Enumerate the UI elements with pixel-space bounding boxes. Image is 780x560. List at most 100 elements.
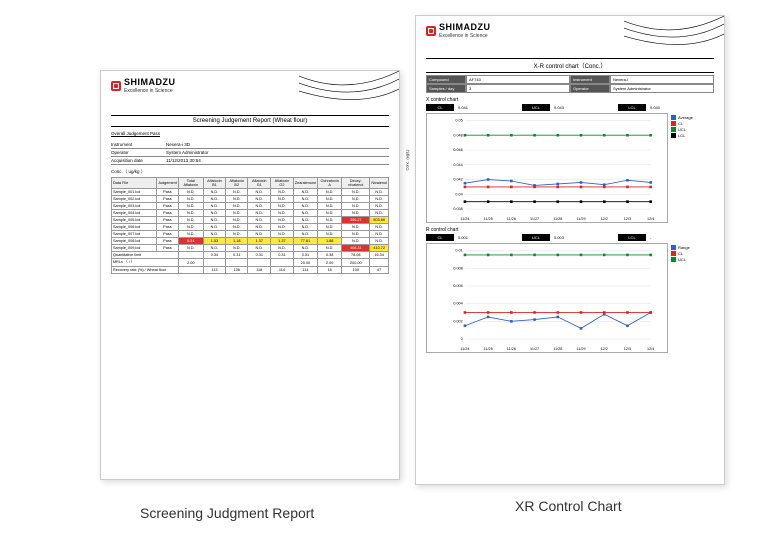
legend-swatch-icon <box>671 251 676 256</box>
cell: N.D. <box>318 224 342 231</box>
cell <box>226 259 248 267</box>
cell <box>178 267 203 274</box>
svg-text:11/24: 11/24 <box>460 347 469 351</box>
cell: 1.37 <box>271 238 294 245</box>
overall-value: Pass <box>150 131 160 136</box>
x-lcl-label: LCL <box>618 104 646 111</box>
footer-label: Quantitative limit <box>112 252 179 259</box>
cell: N.D. <box>318 210 342 217</box>
cell: 2.00 <box>178 259 203 267</box>
svg-text:0.044: 0.044 <box>453 163 462 167</box>
cell: N.D. <box>248 217 271 224</box>
cell: N.D. <box>226 196 248 203</box>
col-header: Total Aflatoxin <box>178 178 203 189</box>
r-chart-box: 00.0020.0040.0060.0080.0111/2411/2511/26… <box>426 243 714 353</box>
cell: N.D. <box>178 245 203 252</box>
table-footer-row: Quantitative limit0.340.310.310.310.310.… <box>112 252 389 259</box>
legend-label: UCL <box>678 257 686 262</box>
col-header: Aflatoxin G2 <box>271 178 294 189</box>
footer-label: MRLs （ / ） <box>112 259 179 267</box>
x-cl-label: CL <box>426 104 454 111</box>
r-ucl-value: 0.003 <box>550 234 618 241</box>
cell: 410.72 <box>370 245 389 252</box>
svg-text:0.04: 0.04 <box>455 192 462 196</box>
samples-value: 3 <box>466 84 570 93</box>
table-footer-row: Recovery rate (%) / Wheat flour113106118… <box>112 267 389 274</box>
row-judgement: Pass <box>157 203 179 210</box>
xr-title: X-R control chart（Conc.） <box>426 58 714 73</box>
cell: N.D. <box>178 210 203 217</box>
col-header: Deoxy-nivalenol <box>342 178 370 189</box>
operator-label: Operator <box>111 150 166 155</box>
svg-text:11/25: 11/25 <box>484 347 493 351</box>
cell: N.D. <box>293 210 317 217</box>
operator-value: System Administrator <box>166 150 209 155</box>
cell <box>370 259 389 267</box>
col-header: Judgement <box>157 178 179 189</box>
cell: 200.00 <box>342 259 370 267</box>
r-lcl-value: - <box>646 234 714 241</box>
x-section-label: X control chart <box>426 97 724 103</box>
cell: 306.27 <box>342 217 370 224</box>
cell: N.D. <box>318 189 342 196</box>
cell <box>248 259 271 267</box>
legend-swatch-icon <box>671 133 676 138</box>
col-header: Ochratoxin A <box>318 178 342 189</box>
r-cl-label: CL <box>426 234 454 241</box>
cell: N.D. <box>226 231 248 238</box>
instrument-value: Nexera-i 3D <box>166 142 190 147</box>
cell: N.D. <box>342 224 370 231</box>
row-name: Sample_008.lcd <box>112 238 157 245</box>
legend-label: Average <box>678 115 693 120</box>
report-title: Screening Judgement Report (Wheat flour) <box>111 115 389 127</box>
svg-text:11/28: 11/28 <box>553 217 562 221</box>
cell: N.D. <box>203 196 225 203</box>
row-judgement: Pass <box>157 238 179 245</box>
x-chart-box: Conc. (ug/L) 0.0380.040.0420.0440.0460.0… <box>426 113 714 223</box>
row-name: Sample_005.lcd <box>112 217 157 224</box>
svg-text:11/29: 11/29 <box>576 347 585 351</box>
chart-header: SHIMADZU Excellence in Science <box>416 16 724 56</box>
row-judgement: Pass <box>157 224 179 231</box>
cell: N.D. <box>178 189 203 196</box>
col-header: Aflatoxin B1 <box>203 178 225 189</box>
table-row: Sample_002.lcdPassN.D.N.D.N.D.N.D.N.D.N.… <box>112 196 389 203</box>
cell: N.D. <box>370 189 389 196</box>
row-judgement: Pass <box>157 217 179 224</box>
cell: N.D. <box>342 189 370 196</box>
cell: N.D. <box>248 203 271 210</box>
table-row: Sample_005.lcdPassN.D.N.D.N.D.N.D.N.D.N.… <box>112 217 389 224</box>
cell: N.D. <box>203 217 225 224</box>
cell: N.D. <box>271 189 294 196</box>
cell: N.D. <box>342 231 370 238</box>
caption-left: Screening Judgment Report <box>140 505 314 521</box>
svg-text:12/4: 12/4 <box>647 347 654 351</box>
brand-tagline: Excellence in Science <box>439 33 491 39</box>
cell: N.D. <box>370 238 389 245</box>
row-judgement: Pass <box>157 245 179 252</box>
cell: 0.31 <box>248 252 271 259</box>
cell: N.D. <box>226 189 248 196</box>
cell: 114 <box>293 267 317 274</box>
cell: N.D. <box>178 203 203 210</box>
cell: 1.37 <box>248 238 271 245</box>
r-legend: RangeCLUCL <box>668 243 714 353</box>
legend-item: CL <box>671 251 714 256</box>
cell: N.D. <box>318 203 342 210</box>
cell: 106 <box>226 267 248 274</box>
cell: N.D. <box>370 210 389 217</box>
svg-text:12/3: 12/3 <box>624 347 631 351</box>
col-header: Aflatoxin B2 <box>226 178 248 189</box>
cell: 408.31 <box>342 245 370 252</box>
r-section-label: R control chart <box>426 227 724 233</box>
x-cl-value: 0.041 <box>454 104 522 111</box>
logo-mark-icon <box>111 81 121 91</box>
legend-swatch-icon <box>671 121 676 126</box>
brand-tagline: Excellence in Science <box>124 88 176 94</box>
operator-value: System Administrator <box>610 84 714 93</box>
table-row: Sample_008.lcdPass5.511.531.181.371.3777… <box>112 238 389 245</box>
row-name: Sample_003.lcd <box>112 203 157 210</box>
conc-unit: Conc.（ ug/kg ） <box>111 169 389 175</box>
cell: 78.08 <box>342 252 370 259</box>
cell: 0.38 <box>318 252 342 259</box>
